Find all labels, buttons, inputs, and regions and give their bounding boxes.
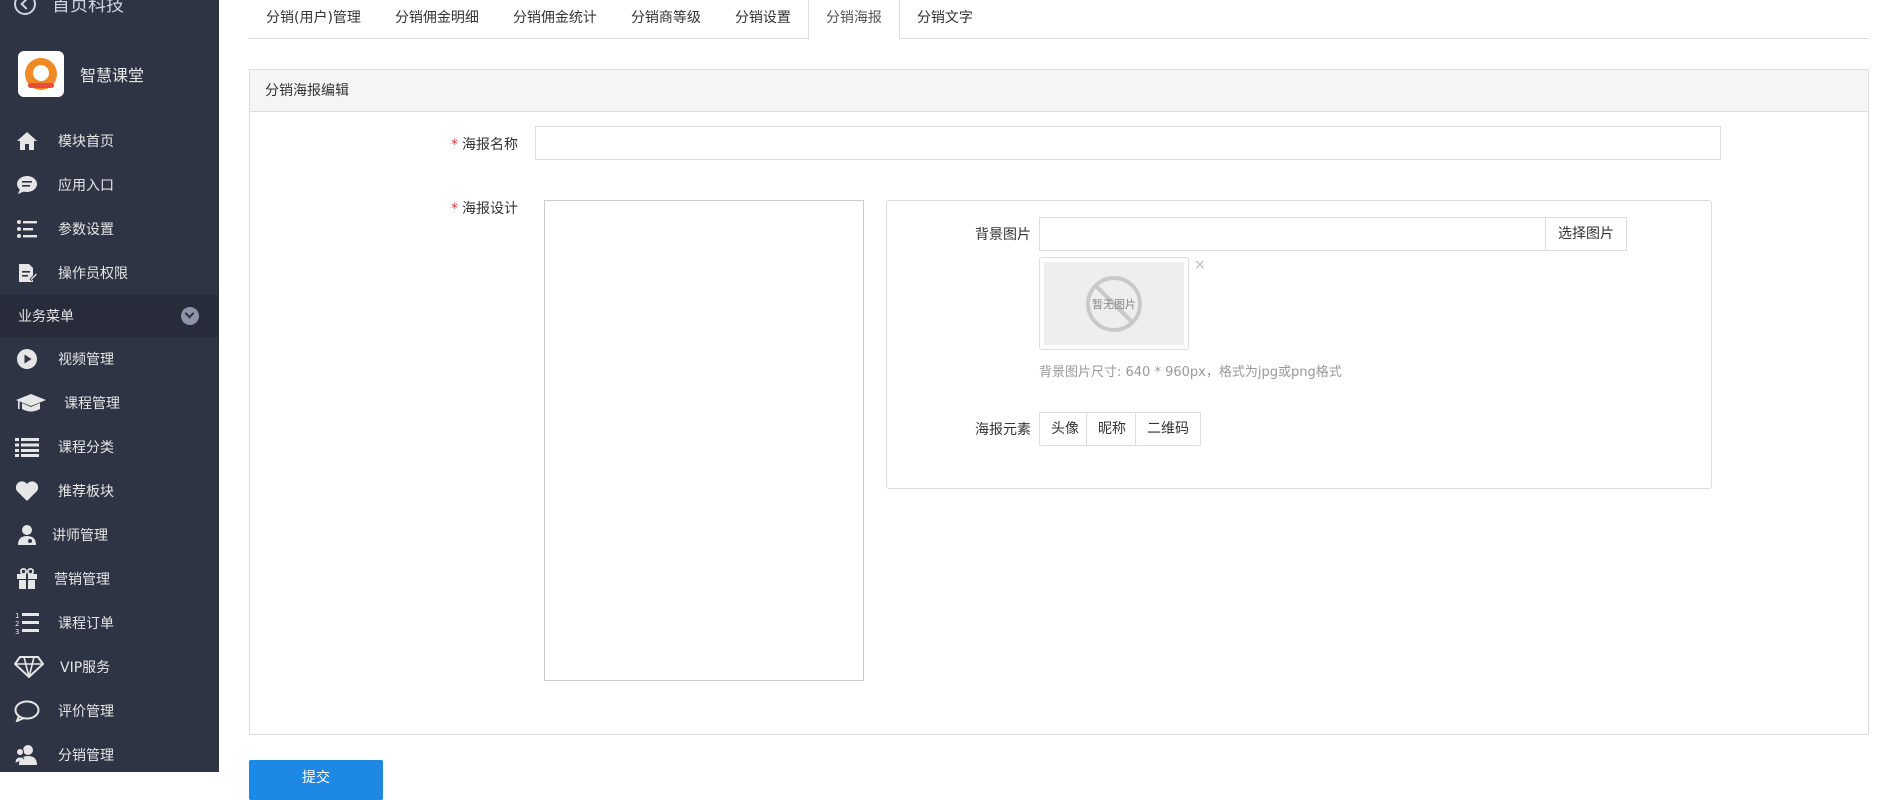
sidebar-item-label: 分销管理 [58,748,114,764]
svg-text:1: 1 [15,612,19,620]
sidebar-item-course[interactable]: 课程管理 [0,381,219,425]
back-icon [14,0,36,15]
sidebar-item-app-entry[interactable]: 应用入口 [0,163,219,207]
sidebar-item-operator-permission[interactable]: 操作员权限 [0,251,219,295]
sidebar-item-label: 推荐板块 [58,484,114,500]
element-avatar-button[interactable]: 头像 [1039,412,1091,446]
poster-config-box: 背景图片 选择图片 暂无图片 × 背景图片尺寸: 640 * 960px，格式为… [886,200,1712,489]
tab-distribution-users[interactable]: 分销(用户)管理 [249,0,378,38]
sidebar-item-recommend[interactable]: 推荐板块 [0,469,219,513]
sidebar-item-teacher[interactable]: 讲师管理 [0,513,219,557]
diamond-icon [14,656,44,678]
doctor-icon [14,524,40,546]
sidebar-item-label: 评价管理 [58,704,114,720]
main-content: 分销(用户)管理 分销佣金明细 分销佣金统计 分销商等级 分销设置 分销海报 分… [219,0,1901,800]
sidebar-group-business[interactable]: 业务菜单 [0,295,219,337]
element-qrcode-button[interactable]: 二维码 [1135,412,1201,446]
sidebar-item-review[interactable]: 评价管理 [0,689,219,733]
tab-distributor-level[interactable]: 分销商等级 [614,0,718,38]
svg-text:2: 2 [15,620,19,628]
poster-design-label-text: 海报设计 [462,201,518,217]
tab-commission-detail[interactable]: 分销佣金明细 [378,0,496,38]
app-brand[interactable]: 智慧课堂 [18,50,144,98]
tab-commission-stats[interactable]: 分销佣金统计 [496,0,614,38]
app-logo [18,51,64,97]
poster-name-input[interactable] [535,126,1721,160]
app-name: 智慧课堂 [80,66,145,85]
poster-edit-panel: 分销海报编辑 * 海报名称 * 海报设计 背景图片 选择图片 暂无图片 × 背景图片… [249,69,1869,735]
no-image-text: 暂无图片 [1092,297,1136,311]
sidebar-item-label: 课程管理 [64,396,120,412]
gift-icon [14,568,40,590]
sidebar-item-module-home[interactable]: 模块首页 [0,119,219,163]
sidebar-item-label: 模块首页 [58,134,114,150]
bg-image-thumbnail: 暂无图片 [1039,257,1189,350]
tab-distribution-text[interactable]: 分销文字 [900,0,990,38]
users-icon [14,744,40,766]
home-icon [14,130,40,152]
chat-icon [14,174,40,196]
sidebar-item-marketing[interactable]: 营销管理 [0,557,219,601]
panel-title: 分销海报编辑 [250,70,1868,112]
bg-image-input[interactable] [1039,217,1545,251]
sidebar-item-orders[interactable]: 123 课程订单 [0,601,219,645]
heart-icon [14,480,40,502]
settings-list-icon [14,218,40,240]
graduation-cap-icon [14,392,48,414]
required-mark: * [451,201,458,217]
sidebar-item-label: 课程订单 [58,616,114,632]
sidebar-top-title-text: 首页科技 [52,0,124,16]
required-mark: * [451,137,458,153]
sidebar-menu: 模块首页 应用入口 参数设置 操作员权限 业务菜单 视频管理 课程管理 课程分类… [0,119,219,772]
close-icon[interactable]: × [1194,257,1206,273]
poster-name-label-text: 海报名称 [462,137,518,153]
sidebar-item-label: 课程分类 [58,440,114,456]
sidebar-item-course-category[interactable]: 课程分类 [0,425,219,469]
edit-doc-icon [14,262,40,284]
bg-image-hint: 背景图片尺寸: 640 * 960px，格式为jpg或png格式 [1039,365,1342,380]
poster-name-label: * 海报名称 [318,134,518,154]
sidebar-item-label: 参数设置 [58,222,114,238]
poster-design-label: * 海报设计 [318,198,518,218]
sidebar-item-video[interactable]: 视频管理 [0,337,219,381]
sidebar-item-label: 视频管理 [58,352,114,368]
sidebar-item-vip[interactable]: VIP服务 [0,645,219,689]
sidebar-item-label: 应用入口 [58,178,114,194]
sidebar-item-label: VIP服务 [60,660,111,676]
submit-button[interactable]: 提交 [249,760,383,800]
comment-icon [14,700,40,722]
ordered-list-icon: 123 [14,612,40,635]
select-image-button[interactable]: 选择图片 [1545,217,1627,251]
sidebar: 首页科技 智慧课堂 模块首页 应用入口 参数设置 操作员权限 业务菜单 视频管理… [0,0,219,772]
poster-design-canvas[interactable] [544,200,864,681]
sidebar-item-label: 营销管理 [54,572,110,588]
sidebar-item-param-settings[interactable]: 参数设置 [0,207,219,251]
sidebar-item-distribution[interactable]: 分销管理 [0,733,219,772]
sidebar-item-label: 讲师管理 [52,528,108,544]
bg-image-label: 背景图片 [975,227,1031,243]
tab-distribution-settings[interactable]: 分销设置 [718,0,808,38]
poster-elements-label: 海报元素 [975,422,1031,438]
sidebar-item-label: 操作员权限 [58,266,128,282]
svg-text:3: 3 [15,628,19,635]
tab-bar: 分销(用户)管理 分销佣金明细 分销佣金统计 分销商等级 分销设置 分销海报 分… [249,0,1869,40]
no-image-icon: 暂无图片 [1086,275,1142,332]
sidebar-top-title[interactable]: 首页科技 [0,0,219,22]
tab-distribution-poster[interactable]: 分销海报 [807,0,900,40]
sidebar-group-label: 业务菜单 [18,309,74,325]
list-icon [14,436,40,458]
chevron-down-icon[interactable] [181,307,199,325]
play-icon [14,348,40,370]
element-nickname-button[interactable]: 昵称 [1086,412,1138,446]
